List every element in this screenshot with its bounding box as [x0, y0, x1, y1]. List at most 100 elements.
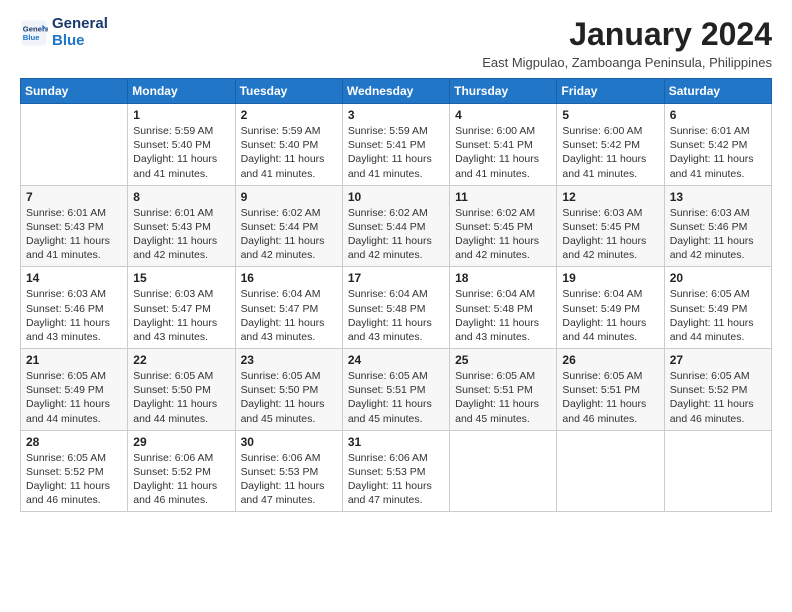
calendar-cell: 23 Sunrise: 6:05 AM Sunset: 5:50 PM Dayli… [235, 349, 342, 431]
calendar-cell [21, 104, 128, 186]
day-number: 4 [455, 108, 551, 122]
calendar-cell: 24 Sunrise: 6:05 AM Sunset: 5:51 PM Dayli… [342, 349, 449, 431]
calendar-week-row: 14 Sunrise: 6:03 AM Sunset: 5:46 PM Dayli… [21, 267, 772, 349]
header-cell-friday: Friday [557, 79, 664, 104]
day-number: 17 [348, 271, 444, 285]
calendar-cell: 16 Sunrise: 6:04 AM Sunset: 5:47 PM Dayli… [235, 267, 342, 349]
day-number: 13 [670, 190, 766, 204]
header-cell-monday: Monday [128, 79, 235, 104]
day-number: 18 [455, 271, 551, 285]
day-info: Sunrise: 6:02 AM Sunset: 5:45 PM Dayligh… [455, 206, 551, 263]
day-info: Sunrise: 6:00 AM Sunset: 5:42 PM Dayligh… [562, 124, 658, 181]
calendar-cell: 28 Sunrise: 6:05 AM Sunset: 5:52 PM Dayli… [21, 430, 128, 512]
calendar-cell: 11 Sunrise: 6:02 AM Sunset: 5:45 PM Dayli… [450, 185, 557, 267]
day-number: 28 [26, 435, 122, 449]
calendar-cell: 29Sunrise: 6:06 AM Sunset: 5:52 PM Dayli… [128, 430, 235, 512]
day-info: Sunrise: 6:05 AM Sunset: 5:50 PM Dayligh… [133, 369, 229, 426]
day-info: Sunrise: 6:01 AM Sunset: 5:43 PM Dayligh… [133, 206, 229, 263]
day-number: 10 [348, 190, 444, 204]
calendar-cell [450, 430, 557, 512]
day-info: Sunrise: 6:05 AM Sunset: 5:51 PM Dayligh… [562, 369, 658, 426]
day-info: Sunrise: 6:04 AM Sunset: 5:48 PM Dayligh… [348, 287, 444, 344]
day-number: 26 [562, 353, 658, 367]
day-info: Sunrise: 5:59 AM Sunset: 5:40 PM Dayligh… [133, 124, 229, 181]
page-header: General Blue General Blue January 2024 E… [20, 16, 772, 70]
calendar-cell: 17 Sunrise: 6:04 AM Sunset: 5:48 PM Dayli… [342, 267, 449, 349]
svg-text:Blue: Blue [23, 33, 40, 42]
calendar-cell: 30 Sunrise: 6:06 AM Sunset: 5:53 PM Dayli… [235, 430, 342, 512]
day-info: Sunrise: 6:04 AM Sunset: 5:47 PM Dayligh… [241, 287, 337, 344]
calendar-cell: 5Sunrise: 6:00 AM Sunset: 5:42 PM Daylig… [557, 104, 664, 186]
calendar-cell [664, 430, 771, 512]
calendar-cell: 15 Sunrise: 6:03 AM Sunset: 5:47 PM Dayli… [128, 267, 235, 349]
calendar-cell: 21 Sunrise: 6:05 AM Sunset: 5:49 PM Dayli… [21, 349, 128, 431]
day-number: 1 [133, 108, 229, 122]
calendar-cell: 22Sunrise: 6:05 AM Sunset: 5:50 PM Dayli… [128, 349, 235, 431]
calendar-table: SundayMondayTuesdayWednesdayThursdayFrid… [20, 78, 772, 512]
calendar-cell: 6 Sunrise: 6:01 AM Sunset: 5:42 PM Daylig… [664, 104, 771, 186]
calendar-cell: 13 Sunrise: 6:03 AM Sunset: 5:46 PM Dayli… [664, 185, 771, 267]
header-cell-saturday: Saturday [664, 79, 771, 104]
calendar-title: January 2024 [482, 16, 772, 53]
day-number: 2 [241, 108, 337, 122]
day-info: Sunrise: 6:04 AM Sunset: 5:48 PM Dayligh… [455, 287, 551, 344]
day-number: 14 [26, 271, 122, 285]
calendar-week-row: 28 Sunrise: 6:05 AM Sunset: 5:52 PM Dayli… [21, 430, 772, 512]
calendar-week-row: 21 Sunrise: 6:05 AM Sunset: 5:49 PM Dayli… [21, 349, 772, 431]
day-info: Sunrise: 5:59 AM Sunset: 5:40 PM Dayligh… [241, 124, 337, 181]
calendar-cell: 7Sunrise: 6:01 AM Sunset: 5:43 PM Daylig… [21, 185, 128, 267]
calendar-week-row: 1 Sunrise: 5:59 AM Sunset: 5:40 PM Daylig… [21, 104, 772, 186]
day-info: Sunrise: 6:03 AM Sunset: 5:45 PM Dayligh… [562, 206, 658, 263]
logo-icon: General Blue [20, 19, 48, 47]
calendar-cell: 10 Sunrise: 6:02 AM Sunset: 5:44 PM Dayli… [342, 185, 449, 267]
day-number: 12 [562, 190, 658, 204]
calendar-cell: 3 Sunrise: 5:59 AM Sunset: 5:41 PM Daylig… [342, 104, 449, 186]
header-cell-sunday: Sunday [21, 79, 128, 104]
day-number: 9 [241, 190, 337, 204]
day-info: Sunrise: 6:02 AM Sunset: 5:44 PM Dayligh… [241, 206, 337, 263]
calendar-header-row: SundayMondayTuesdayWednesdayThursdayFrid… [21, 79, 772, 104]
calendar-subtitle: East Migpulao, Zamboanga Peninsula, Phil… [482, 55, 772, 70]
calendar-cell: 4Sunrise: 6:00 AM Sunset: 5:41 PM Daylig… [450, 104, 557, 186]
day-info: Sunrise: 6:03 AM Sunset: 5:47 PM Dayligh… [133, 287, 229, 344]
day-number: 30 [241, 435, 337, 449]
day-info: Sunrise: 6:02 AM Sunset: 5:44 PM Dayligh… [348, 206, 444, 263]
day-number: 20 [670, 271, 766, 285]
day-info: Sunrise: 6:05 AM Sunset: 5:50 PM Dayligh… [241, 369, 337, 426]
day-info: Sunrise: 6:03 AM Sunset: 5:46 PM Dayligh… [26, 287, 122, 344]
day-number: 19 [562, 271, 658, 285]
calendar-cell: 25Sunrise: 6:05 AM Sunset: 5:51 PM Dayli… [450, 349, 557, 431]
calendar-cell: 12 Sunrise: 6:03 AM Sunset: 5:45 PM Dayli… [557, 185, 664, 267]
day-number: 27 [670, 353, 766, 367]
day-info: Sunrise: 6:05 AM Sunset: 5:52 PM Dayligh… [670, 369, 766, 426]
header-cell-wednesday: Wednesday [342, 79, 449, 104]
logo: General Blue General Blue [20, 16, 108, 49]
header-cell-tuesday: Tuesday [235, 79, 342, 104]
calendar-cell: 1 Sunrise: 5:59 AM Sunset: 5:40 PM Daylig… [128, 104, 235, 186]
title-block: January 2024 East Migpulao, Zamboanga Pe… [482, 16, 772, 70]
day-number: 21 [26, 353, 122, 367]
day-info: Sunrise: 6:06 AM Sunset: 5:53 PM Dayligh… [241, 451, 337, 508]
day-number: 3 [348, 108, 444, 122]
calendar-cell: 19Sunrise: 6:04 AM Sunset: 5:49 PM Dayli… [557, 267, 664, 349]
day-number: 29 [133, 435, 229, 449]
day-number: 24 [348, 353, 444, 367]
day-number: 15 [133, 271, 229, 285]
day-info: Sunrise: 5:59 AM Sunset: 5:41 PM Dayligh… [348, 124, 444, 181]
day-info: Sunrise: 6:01 AM Sunset: 5:42 PM Dayligh… [670, 124, 766, 181]
day-number: 6 [670, 108, 766, 122]
day-number: 16 [241, 271, 337, 285]
day-number: 23 [241, 353, 337, 367]
day-number: 7 [26, 190, 122, 204]
day-number: 25 [455, 353, 551, 367]
calendar-cell: 18 Sunrise: 6:04 AM Sunset: 5:48 PM Dayli… [450, 267, 557, 349]
day-info: Sunrise: 6:05 AM Sunset: 5:52 PM Dayligh… [26, 451, 122, 508]
calendar-cell: 2 Sunrise: 5:59 AM Sunset: 5:40 PM Daylig… [235, 104, 342, 186]
day-info: Sunrise: 6:05 AM Sunset: 5:51 PM Dayligh… [348, 369, 444, 426]
logo-text: General Blue [52, 16, 108, 49]
day-info: Sunrise: 6:03 AM Sunset: 5:46 PM Dayligh… [670, 206, 766, 263]
calendar-cell: 27 Sunrise: 6:05 AM Sunset: 5:52 PM Dayli… [664, 349, 771, 431]
day-info: Sunrise: 6:06 AM Sunset: 5:53 PM Dayligh… [348, 451, 444, 508]
day-number: 11 [455, 190, 551, 204]
day-info: Sunrise: 6:05 AM Sunset: 5:49 PM Dayligh… [26, 369, 122, 426]
